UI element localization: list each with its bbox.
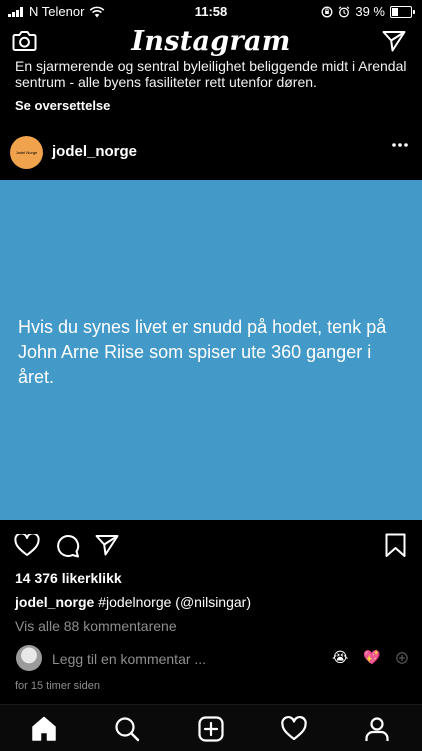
orientation-lock-icon — [321, 6, 333, 17]
add-comment-row: Legg til en kommentar ... 😭 💖 — [0, 645, 422, 673]
post-image[interactable]: Hvis du synes livet er snudd på hodet, t… — [0, 180, 422, 520]
home-icon[interactable] — [30, 715, 58, 743]
like-count[interactable]: 14 376 likerklikk — [15, 570, 122, 586]
see-translation-link[interactable]: Se oversettelse — [15, 98, 110, 113]
paper-plane-icon[interactable] — [382, 30, 406, 52]
top-bar: Instagram — [0, 22, 422, 62]
add-comment-input[interactable]: Legg til en kommentar ... — [52, 651, 206, 667]
comment-icon[interactable] — [55, 534, 80, 558]
post-image-text: Hvis du synes livet er snudd på hodet, t… — [18, 317, 387, 387]
emoji-sparkling-heart[interactable]: 💖 — [363, 649, 380, 666]
caption-text: #jodelnorge (@nilsingar) — [94, 594, 251, 610]
post-username[interactable]: jodel_norge — [52, 143, 137, 160]
search-icon[interactable] — [113, 715, 141, 743]
bottom-nav — [0, 704, 422, 751]
post-timestamp: for 15 timer siden — [15, 680, 100, 692]
status-right: 39 % — [321, 4, 415, 19]
user-avatar — [16, 645, 42, 671]
post-header: Jodel Norge jodel_norge — [0, 134, 422, 174]
like-heart-icon[interactable] — [14, 534, 40, 557]
add-post-icon[interactable] — [197, 715, 225, 743]
more-dots-icon[interactable] — [392, 143, 408, 147]
emoji-crying[interactable]: 😭 — [332, 649, 348, 666]
previous-post-caption: En sjarmerende og sentral byleilighet be… — [15, 58, 407, 90]
post-caption: jodel_norge #jodelnorge (@nilsingar) — [15, 594, 251, 610]
share-icon[interactable] — [95, 534, 119, 556]
heart-icon[interactable] — [280, 715, 308, 743]
view-all-comments-link[interactable]: Vis alle 88 kommentarene — [15, 618, 177, 634]
instagram-logo: Instagram — [131, 26, 291, 57]
alarm-icon — [338, 5, 350, 17]
post-actions — [0, 532, 422, 560]
avatar-text: Jodel Norge — [15, 150, 38, 155]
battery-icon — [390, 5, 415, 18]
add-circle-icon[interactable] — [396, 652, 408, 664]
bookmark-icon[interactable] — [385, 533, 406, 558]
profile-icon[interactable] — [363, 715, 391, 743]
status-bar: N Telenor 11:58 39 % — [0, 0, 422, 22]
battery-percent: 39 % — [355, 4, 385, 19]
avatar[interactable]: Jodel Norge — [10, 136, 43, 169]
caption-username[interactable]: jodel_norge — [15, 594, 94, 610]
